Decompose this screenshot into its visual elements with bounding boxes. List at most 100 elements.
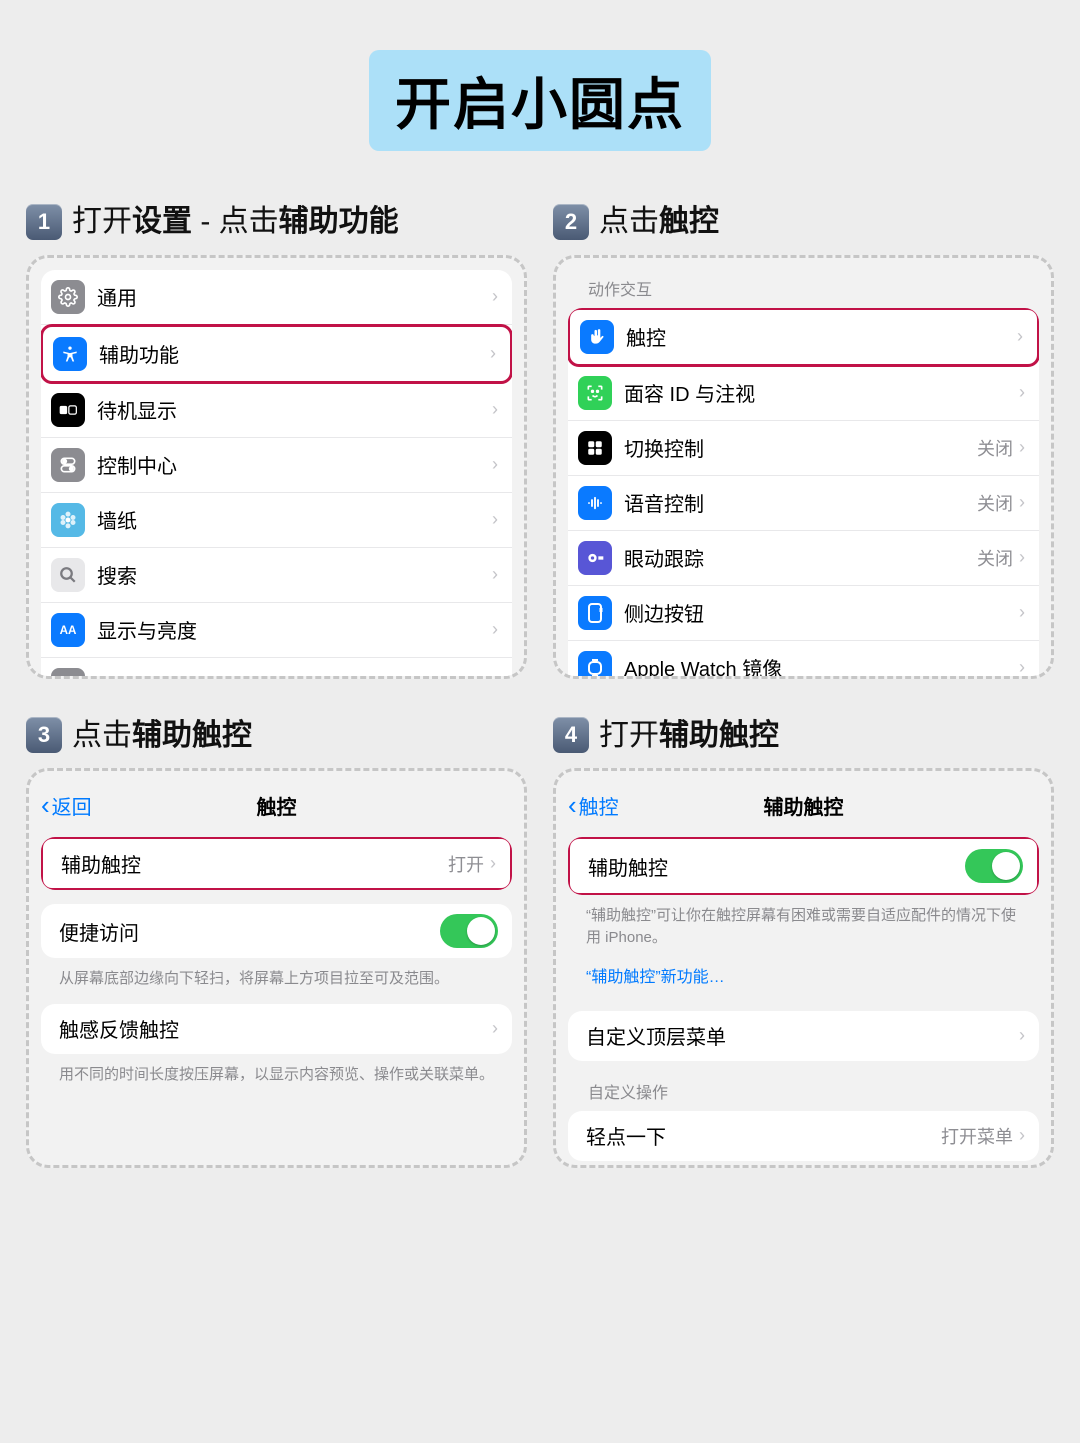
step-2-title: 点击触控	[599, 203, 719, 241]
row-reachability[interactable]: 便捷访问	[41, 904, 512, 958]
row-faceid[interactable]: 面容 ID 与注视 ›	[568, 366, 1039, 421]
row-label: 便捷访问	[59, 917, 440, 946]
nav-title: 辅助触控	[568, 791, 1039, 820]
chevron-right-icon: ›	[1019, 657, 1025, 678]
row-value: 关闭	[977, 490, 1013, 516]
row-label: 辅助触控	[61, 849, 448, 878]
whats-new-link[interactable]: “辅助触控”新功能…	[568, 963, 1039, 997]
chevron-right-icon: ›	[1019, 382, 1025, 403]
button-icon	[578, 596, 612, 630]
row-label: 墙纸	[97, 505, 492, 534]
section-label: 自定义操作	[568, 1061, 1039, 1111]
chevron-right-icon: ›	[490, 343, 496, 364]
chevron-left-icon: ‹	[41, 790, 50, 821]
row-label: 侧边按钮	[624, 598, 1019, 627]
step-4: 4 打开辅助触控 ‹ 触控 辅助触控 辅助触控 “辅助触控”可让你在触控屏幕有困…	[553, 717, 1054, 1169]
chevron-right-icon: ›	[492, 674, 498, 679]
row-camera[interactable]: 相机 ›	[41, 658, 512, 679]
step-1: 1 打开设置 - 点击辅助功能 通用 › 辅助功能 › 待机显示	[26, 203, 527, 679]
row-label: Apple Watch 镜像	[624, 653, 1019, 679]
face-icon	[578, 376, 612, 410]
row-label: 辅助功能	[99, 339, 490, 368]
switch-icon	[51, 448, 85, 482]
row-label: 触感反馈触控	[59, 1014, 492, 1043]
row-value: 关闭	[977, 435, 1013, 461]
hand-icon	[580, 320, 614, 354]
accessibility-icon	[53, 337, 87, 371]
step-number-icon: 4	[553, 717, 589, 753]
chevron-right-icon: ›	[1019, 1125, 1025, 1146]
chevron-right-icon: ›	[492, 286, 498, 307]
footnote: 用不同的时间长度按压屏幕，以显示内容预览、操作或关联菜单。	[41, 1054, 512, 1100]
row-value: 打开菜单	[941, 1123, 1013, 1149]
row-label: 通用	[97, 282, 492, 311]
row-label: 切换控制	[624, 433, 977, 462]
row-haptic-touch[interactable]: 触感反馈触控 ›	[41, 1004, 512, 1054]
panel-touch: ‹ 返回 触控 辅助触控 打开 › 便捷访问 从屏幕底部边缘向下轻扫，将屏幕	[26, 768, 527, 1168]
row-label: 待机显示	[97, 395, 492, 424]
step-number-icon: 3	[26, 717, 62, 753]
row-label: 相机	[97, 670, 492, 679]
chevron-right-icon: ›	[492, 399, 498, 420]
row-touch[interactable]: 触控 ›	[568, 308, 1039, 367]
row-standby[interactable]: 待机显示 ›	[41, 383, 512, 438]
row-wallpaper[interactable]: 墙纸 ›	[41, 493, 512, 548]
row-voice-control[interactable]: 语音控制 关闭 ›	[568, 476, 1039, 531]
row-switch-control[interactable]: 切换控制 关闭 ›	[568, 421, 1039, 476]
row-label: 自定义顶层菜单	[586, 1021, 1019, 1050]
eye-icon	[578, 541, 612, 575]
nav-title: 触控	[41, 791, 512, 820]
row-single-tap[interactable]: 轻点一下 打开菜单 ›	[568, 1111, 1039, 1161]
row-label: 控制中心	[97, 450, 492, 479]
row-assistive-touch[interactable]: 辅助触控 打开 ›	[41, 837, 512, 890]
standby-icon	[51, 393, 85, 427]
row-label: 辅助触控	[588, 852, 965, 881]
chevron-right-icon: ›	[1019, 602, 1025, 623]
brightness-icon: AA	[51, 613, 85, 647]
step-1-title: 打开设置 - 点击辅助功能	[72, 203, 399, 241]
chevron-right-icon: ›	[492, 564, 498, 585]
row-label: 显示与亮度	[97, 615, 492, 644]
row-value: 关闭	[977, 545, 1013, 571]
chevron-right-icon: ›	[1019, 547, 1025, 568]
toggle-on[interactable]	[965, 849, 1023, 883]
step-3-title: 点击辅助触控	[72, 717, 252, 755]
chevron-right-icon: ›	[490, 853, 496, 874]
step-3: 3 点击辅助触控 ‹ 返回 触控 辅助触控 打开 ›	[26, 717, 527, 1169]
flower-icon	[51, 503, 85, 537]
page-title: 开启小圆点	[369, 50, 711, 151]
svg-text:AA: AA	[60, 624, 77, 637]
gear-icon	[51, 280, 85, 314]
search-icon	[51, 558, 85, 592]
waveform-icon	[578, 486, 612, 520]
row-customize-menu[interactable]: 自定义顶层菜单 ›	[568, 1011, 1039, 1061]
back-button[interactable]: ‹ 触控	[568, 790, 619, 821]
step-2: 2 点击触控 动作交互 触控 › 面容 ID 与注视 ›	[553, 203, 1054, 679]
row-display[interactable]: AA 显示与亮度 ›	[41, 603, 512, 658]
row-assistive-touch-toggle[interactable]: 辅助触控	[568, 837, 1039, 895]
row-value: 打开	[448, 851, 484, 877]
grid-icon	[578, 431, 612, 465]
chevron-right-icon: ›	[1019, 492, 1025, 513]
toggle-on[interactable]	[440, 914, 498, 948]
row-control-center[interactable]: 控制中心 ›	[41, 438, 512, 493]
watch-icon	[578, 651, 612, 679]
section-label: 动作交互	[568, 270, 1039, 308]
panel-assistive-touch: ‹ 触控 辅助触控 辅助触控 “辅助触控”可让你在触控屏幕有困难或需要自适应配件…	[553, 768, 1054, 1168]
footnote: 从屏幕底部边缘向下轻扫，将屏幕上方项目拉至可及范围。	[41, 958, 512, 1004]
row-watch-mirror[interactable]: Apple Watch 镜像 ›	[568, 641, 1039, 679]
chevron-left-icon: ‹	[568, 790, 577, 821]
back-button[interactable]: ‹ 返回	[41, 790, 92, 821]
panel-accessibility: 动作交互 触控 › 面容 ID 与注视 › 切换控制 关闭 ›	[553, 255, 1054, 679]
chevron-right-icon: ›	[492, 454, 498, 475]
row-side-button[interactable]: 侧边按钮 ›	[568, 586, 1039, 641]
camera-icon	[51, 668, 85, 679]
row-search[interactable]: 搜索 ›	[41, 548, 512, 603]
footnote: “辅助触控”可让你在触控屏幕有困难或需要自适应配件的情况下使用 iPhone。	[568, 895, 1039, 963]
row-eye-tracking[interactable]: 眼动跟踪 关闭 ›	[568, 531, 1039, 586]
chevron-right-icon: ›	[1017, 326, 1023, 347]
row-general[interactable]: 通用 ›	[41, 270, 512, 325]
row-accessibility[interactable]: 辅助功能 ›	[41, 324, 512, 384]
step-4-title: 打开辅助触控	[599, 717, 779, 755]
row-label: 眼动跟踪	[624, 543, 977, 572]
